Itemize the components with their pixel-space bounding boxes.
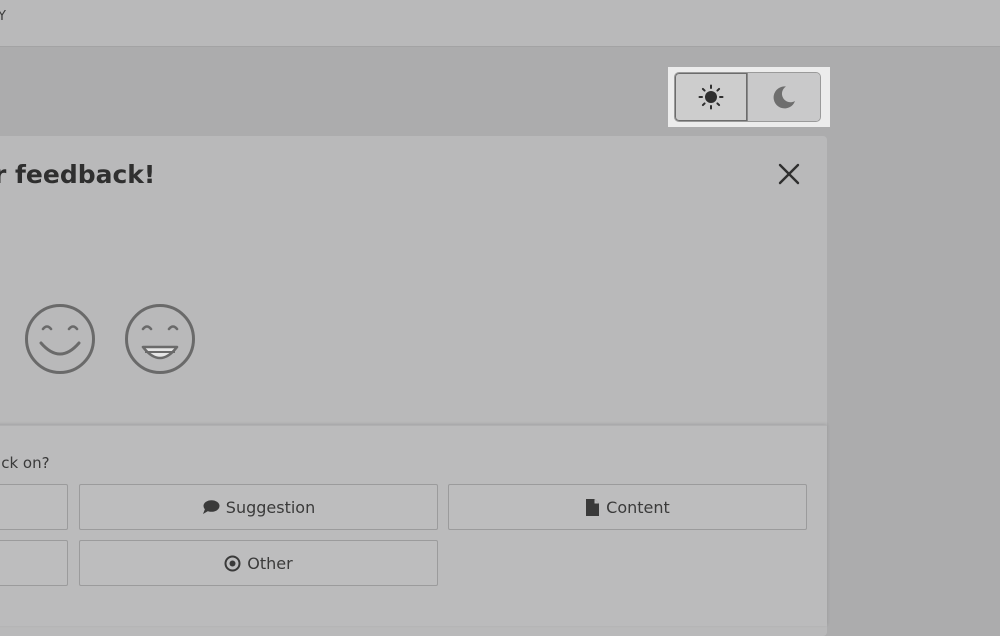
feedback-question: ack on? <box>0 454 50 472</box>
close-icon <box>778 163 800 185</box>
document-icon <box>586 498 600 516</box>
category-content-button[interactable]: Content <box>448 484 807 530</box>
theme-toggle <box>674 72 821 122</box>
category-label-other: Other <box>247 553 293 573</box>
category-label-content: Content <box>606 497 670 517</box>
light-theme-button[interactable] <box>675 73 748 121</box>
category-button-partial-2[interactable] <box>0 540 68 586</box>
category-label-suggestion: Suggestion <box>225 497 316 517</box>
target-icon <box>224 555 241 571</box>
moon-icon <box>773 86 795 109</box>
category-button-partial[interactable] <box>0 484 68 530</box>
close-button[interactable] <box>774 159 804 189</box>
category-other-button[interactable]: Other <box>79 540 438 586</box>
rating-smile-button[interactable] <box>24 303 96 375</box>
dark-theme-button[interactable] <box>748 73 820 121</box>
smile-face-icon <box>25 304 95 374</box>
speech-bubble-icon <box>202 500 220 514</box>
top-bar: Y <box>0 0 1000 47</box>
grin-face-icon <box>125 304 195 374</box>
theme-toggle-highlight <box>668 67 830 127</box>
top-bar-text: Y <box>0 9 7 24</box>
sun-icon <box>698 84 724 110</box>
category-suggestion-button[interactable]: Suggestion <box>79 484 438 530</box>
rating-grin-button[interactable] <box>124 303 196 375</box>
modal-title: r feedback! <box>0 160 156 189</box>
